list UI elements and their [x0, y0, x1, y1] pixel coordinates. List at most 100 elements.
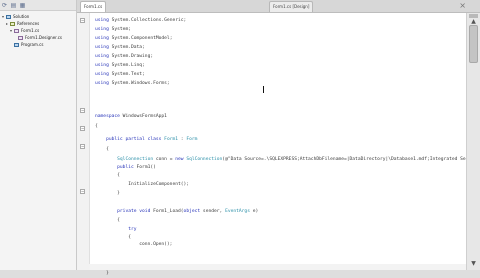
- code-token: System.Drawing;: [111, 54, 154, 59]
- code-token: System.Linq;: [111, 63, 145, 68]
- code-token: }: [95, 191, 120, 196]
- horizontal-scroll-area[interactable]: [89, 264, 466, 270]
- code-line: using System.Text;: [95, 70, 145, 79]
- text-caret: [263, 86, 264, 93]
- tree-item-label: Form1.cs: [21, 28, 40, 33]
- code-token: using: [95, 54, 112, 59]
- collapse-icon[interactable]: −: [80, 126, 85, 132]
- code-line: {: [95, 145, 109, 154]
- code-token: EventArgs: [225, 209, 250, 214]
- code-token: using: [95, 63, 112, 68]
- code-line: {: [95, 122, 98, 131]
- code-token: public: [117, 165, 137, 170]
- code-line: InitializeComponent();: [95, 180, 189, 189]
- code-line: using System.Data;: [95, 43, 145, 52]
- tree-item[interactable]: ▾ Solution: [0, 13, 76, 20]
- code-token: e): [249, 209, 259, 214]
- code-token: public partial class: [106, 137, 165, 142]
- code-token: using: [95, 27, 112, 32]
- code-token: }: [95, 271, 109, 276]
- code-token: {: [95, 124, 98, 129]
- properties-icon[interactable]: ▤: [10, 2, 17, 9]
- code-token: SqlConnection: [186, 157, 223, 162]
- code-token: {: [95, 173, 120, 178]
- tree-item[interactable]: ▸ References: [0, 20, 76, 27]
- vertical-scrollbar[interactable]: ▲ ▼: [466, 13, 480, 270]
- tree-item[interactable]: Form1.Designer.cs: [0, 34, 76, 41]
- code-token: System;: [111, 27, 131, 32]
- code-token: Form1(): [136, 165, 156, 170]
- code-token: (@"Data Source=.\SQLEXPRESS;AttachDbFile…: [222, 157, 480, 162]
- tab-form1-code[interactable]: Form1.cs: [80, 1, 107, 12]
- code-token: using: [95, 72, 112, 77]
- code-line: }: [95, 189, 120, 198]
- code-token: using: [95, 81, 112, 86]
- scroll-down-icon[interactable]: ▼: [469, 259, 478, 268]
- references-icon: [10, 21, 15, 26]
- code-token: sender,: [202, 209, 226, 214]
- code-line: public partial class Form1 : Form: [95, 135, 197, 144]
- code-token: InitializeComponent();: [95, 182, 190, 187]
- document-tabstrip: Form1.cs Form1.cs [Design] ×: [77, 0, 480, 13]
- tab-label: Form1.cs: [84, 4, 103, 9]
- editor-gutter: − − − − −: [77, 13, 90, 270]
- code-token: System.Text;: [111, 72, 145, 77]
- code-line: {: [95, 171, 120, 180]
- code-editor[interactable]: − − − − − using System.Collections.Gener…: [77, 13, 480, 276]
- solution-icon: [6, 14, 11, 19]
- code-line: }: [95, 269, 109, 278]
- show-all-files-icon[interactable]: ▦: [19, 2, 26, 9]
- code-token: conn.Open();: [95, 242, 173, 247]
- tree-item-label: Form1.Designer.cs: [25, 35, 62, 40]
- code-line: using System.Drawing;: [95, 52, 153, 61]
- code-token: Form: [186, 137, 198, 142]
- code-line: using System.ComponentModel;: [95, 34, 172, 43]
- tree-item[interactable]: ▾ Form1.cs: [0, 27, 76, 34]
- code-line: private void Form1_Load(object sender, E…: [95, 207, 258, 216]
- code-token: Form1_Load(: [153, 209, 184, 214]
- code-token: namespace: [95, 114, 123, 119]
- form-icon: [14, 28, 19, 33]
- code-token: {: [95, 218, 120, 223]
- solution-tree: ▾ Solution ▸ References ▾ Form1.cs Form1.Desig…: [0, 11, 76, 48]
- code-token: System.Windows.Forms;: [111, 81, 170, 86]
- solution-explorer-panel: ⟳ ▤ ▦ ▾ Solution ▸ References ▾ Form1.cs Form1…: [0, 0, 77, 270]
- code-token: conn =: [153, 157, 176, 162]
- tab-label: Form1.cs [Design]: [273, 4, 310, 9]
- file-icon: [14, 42, 19, 47]
- code-line: conn.Open();: [95, 240, 172, 249]
- code-token: using: [95, 18, 112, 23]
- code-line: using System.Collections.Generic;: [95, 16, 186, 25]
- code-line: using System.Linq;: [95, 61, 145, 70]
- scroll-thumb[interactable]: [469, 25, 478, 63]
- code-line: {: [95, 216, 120, 225]
- code-token: using: [95, 36, 112, 41]
- tree-item[interactable]: Program.cs: [0, 41, 76, 48]
- code-token: System.Collections.Generic;: [111, 18, 187, 23]
- code-token: Form1: [164, 137, 179, 142]
- code-token: WindowsFormsApp1: [122, 114, 167, 119]
- tree-item-label: References: [17, 21, 40, 26]
- tab-form1-design[interactable]: Form1.cs [Design]: [269, 1, 314, 12]
- close-tab-icon[interactable]: ×: [459, 1, 466, 11]
- code-token: SqlConnection: [117, 157, 154, 162]
- code-token: System.Data;: [111, 45, 145, 50]
- code-token: private void: [117, 209, 154, 214]
- refresh-icon[interactable]: ⟳: [1, 2, 8, 9]
- code-token: try: [128, 227, 137, 232]
- collapse-icon[interactable]: −: [80, 189, 85, 195]
- collapse-icon[interactable]: −: [80, 18, 85, 24]
- tree-item-label: Program.cs: [21, 42, 44, 47]
- ide-window: ⟳ ▤ ▦ ▾ Solution ▸ References ▾ Form1.cs Form1…: [0, 0, 480, 276]
- code-token: using: [95, 45, 112, 50]
- code-token: new: [175, 157, 187, 162]
- tree-item-label: Solution: [13, 14, 30, 19]
- solution-explorer-toolbar: ⟳ ▤ ▦: [0, 0, 76, 11]
- editor-area: Form1.cs Form1.cs [Design] × − − − − − u…: [77, 0, 480, 276]
- collapse-icon[interactable]: −: [80, 108, 85, 114]
- collapse-icon[interactable]: −: [80, 144, 85, 150]
- code-token: System.ComponentModel;: [111, 36, 173, 41]
